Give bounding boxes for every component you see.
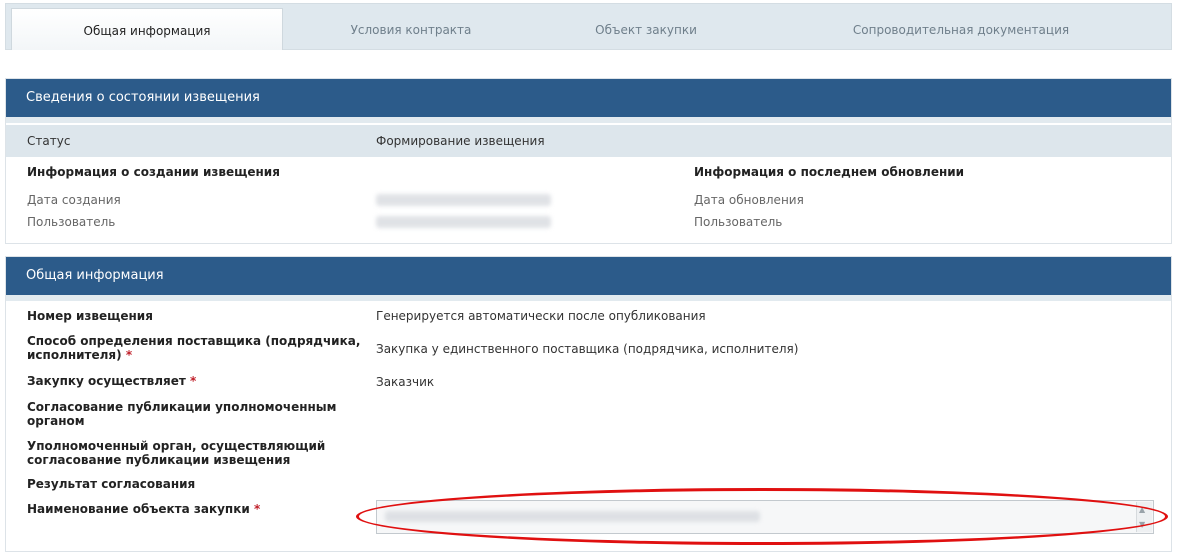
created-date-value-redacted	[376, 194, 551, 206]
authority-label-line2: согласование публикации извещения	[27, 453, 291, 467]
status-row: Статус Формирование извещения	[6, 125, 1171, 157]
object-name-value-redacted	[385, 511, 760, 522]
performer-label: Закупку осуществляет *	[27, 374, 196, 388]
tab-procurement-object[interactable]: Объект закупки	[546, 8, 746, 50]
approval-result-label: Результат согласования	[27, 477, 196, 491]
created-user-label: Пользователь	[27, 215, 116, 229]
required-mark: *	[125, 348, 133, 362]
notice-number-label: Номер извещения	[27, 309, 153, 323]
required-mark: *	[253, 502, 261, 516]
tab-bar: Общая информация Условия контракта Объек…	[5, 3, 1172, 50]
tab-contract-terms[interactable]: Условия контракта	[306, 8, 516, 50]
created-user-value-redacted	[376, 216, 551, 228]
object-name-label: Наименование объекта закупки *	[27, 502, 260, 516]
object-name-textarea[interactable]: ▲ ▼	[376, 500, 1154, 534]
scroll-down-icon[interactable]: ▼	[1139, 520, 1145, 530]
general-info-header: Общая информация	[6, 257, 1171, 301]
required-mark: *	[190, 374, 197, 388]
textarea-scrollbar[interactable]: ▲ ▼	[1136, 502, 1152, 532]
updated-info-heading: Информация о последнем обновлении	[694, 165, 965, 179]
notice-status-panel: Сведения о состоянии извещения Статус Фо…	[5, 78, 1172, 244]
scroll-up-icon[interactable]: ▲	[1139, 505, 1145, 515]
approval-label-line1: Согласование публикации уполномоченным	[27, 400, 337, 414]
supplier-method-label-line1: Способ определения поставщика (подрядчик…	[27, 334, 361, 348]
created-date-label: Дата создания	[27, 193, 121, 207]
updated-user-label: Пользователь	[694, 215, 783, 229]
approval-label-line2: органом	[27, 414, 85, 428]
object-name-label-text: Наименование объекта закупки	[27, 502, 250, 516]
notice-status-header: Сведения о состоянии извещения	[6, 79, 1171, 123]
status-value: Формирование извещения	[376, 134, 545, 148]
performer-label-text: Закупку осуществляет	[27, 374, 186, 388]
updated-date-label: Дата обновления	[694, 193, 804, 207]
supplier-method-label-line2: исполнителя) *	[27, 348, 132, 362]
created-info-heading: Информация о создании извещения	[27, 165, 280, 179]
supplier-method-value: Закупка у единственного поставщика (подр…	[376, 342, 799, 356]
tab-general-info[interactable]: Общая информация	[11, 8, 283, 50]
performer-value: Заказчик	[376, 375, 435, 389]
notice-number-value: Генерируется автоматически после опублик…	[376, 309, 706, 323]
status-label: Статус	[27, 134, 71, 148]
supplier-method-label-text: исполнителя)	[27, 348, 122, 362]
tab-accompanying-docs[interactable]: Сопроводительная документация	[816, 8, 1106, 50]
authority-label-line1: Уполномоченный орган, осуществляющий	[27, 439, 326, 453]
